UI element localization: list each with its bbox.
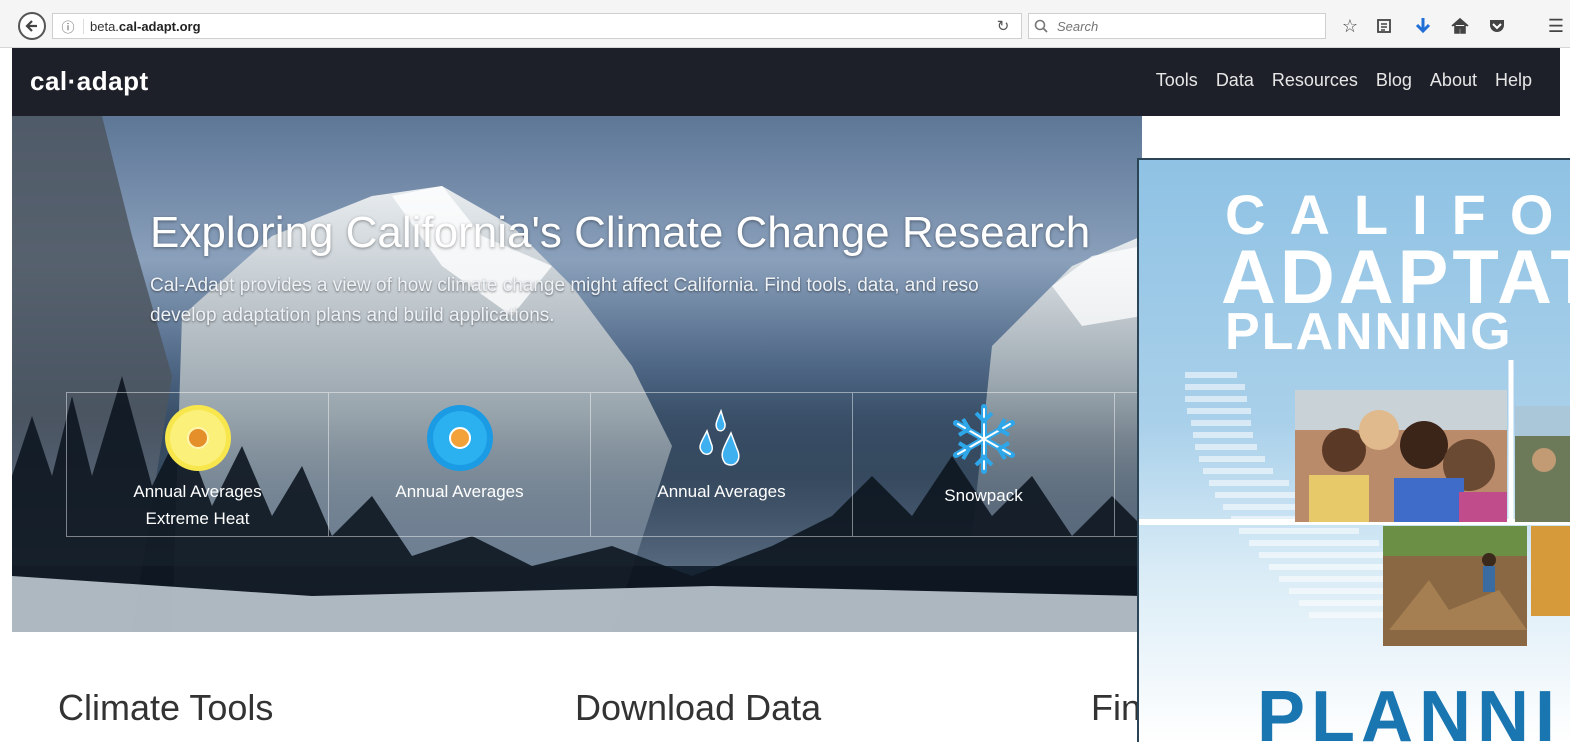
section-find: Fin [1091,687,1142,728]
tile-label: Annual Averages Extreme Heat [67,478,328,532]
water-drops-icon [698,408,740,466]
back-button[interactable] [18,12,46,40]
search-input[interactable] [1055,17,1309,35]
hero-banner: Exploring California's Climate Change Re… [12,116,1142,632]
search-box[interactable] [1028,13,1326,39]
nav-help[interactable]: Help [1495,70,1532,91]
globe-icon [426,405,493,471]
url-text: beta.cal-adapt.org [83,18,201,34]
site-logo[interactable]: cal·adapt [30,66,149,97]
reading-list-icon[interactable] [1371,13,1397,39]
url-bar[interactable]: ⓘ beta.cal-adapt.org [52,13,1022,39]
report-title-line3: PLANNING [1225,303,1513,361]
tile-label-line1: Annual Averages [657,482,786,501]
report-cover-overlay: CALIFO ADAPTAT PLANNING PLANNI [1137,158,1570,742]
tile-annual-averages[interactable]: Annual Averages [328,393,590,536]
download-icon[interactable] [1410,13,1436,39]
reload-icon: ↻ [996,18,1010,35]
hero-subtitle: Cal-Adapt provides a view of how climate… [150,271,1142,331]
tile-label-line1: Annual Averages [395,482,524,501]
tile-label: Annual Averages [591,478,852,505]
snowflake-icon [952,404,1015,474]
tile-label-line1: Snowpack [944,486,1023,505]
home-icon[interactable] [1447,13,1473,39]
tile-label-line1: Annual Averages [133,482,262,501]
hero-title: Exploring California's Climate Change Re… [150,208,1091,257]
bookmark-star-icon[interactable]: ☆ [1337,13,1363,39]
back-arrow-icon [25,20,37,32]
url-prefix: beta. [90,18,119,34]
nav-resources[interactable]: Resources [1272,70,1358,91]
sun-icon [164,405,231,471]
nav-blog[interactable]: Blog [1376,70,1412,91]
pocket-icon[interactable] [1484,13,1510,39]
section-climate-tools: Climate Tools [58,687,274,728]
search-icon [1034,19,1048,33]
nav-tools[interactable]: Tools [1156,70,1198,91]
hero-subtitle-line2: develop adaptation plans and build appli… [150,305,555,326]
report-title-line4: PLANNI [1257,677,1561,742]
menu-icon[interactable]: ☰ [1543,13,1569,39]
site-header: cal·adapt Tools Data Resources Blog Abou… [12,48,1560,116]
nav-data[interactable]: Data [1216,70,1254,91]
hero-subtitle-line1: Cal-Adapt provides a view of how climate… [150,275,979,296]
hero-background-image [12,116,1142,632]
browser-toolbar: ⓘ beta.cal-adapt.org ↻ ☆ ☰ [0,0,1570,48]
tile-label: Annual Averages [329,478,590,505]
tile-snowpack[interactable]: Snowpack [852,393,1114,536]
info-icon[interactable]: ⓘ [53,17,83,36]
main-nav: Tools Data Resources Blog About Help [1156,70,1532,91]
nav-about[interactable]: About [1430,70,1477,91]
url-host: cal-adapt.org [118,18,201,34]
tile-label: Snowpack [853,482,1114,509]
tile-precipitation[interactable]: Annual Averages [590,393,852,536]
reload-button[interactable]: ↻ [986,13,1020,39]
section-download-data: Download Data [575,687,822,728]
tool-tiles: Annual Averages Extreme Heat Annual Aver… [66,392,1142,537]
tile-extreme-heat[interactable]: Annual Averages Extreme Heat [66,393,328,536]
tile-label-line2: Extreme Heat [145,509,250,528]
